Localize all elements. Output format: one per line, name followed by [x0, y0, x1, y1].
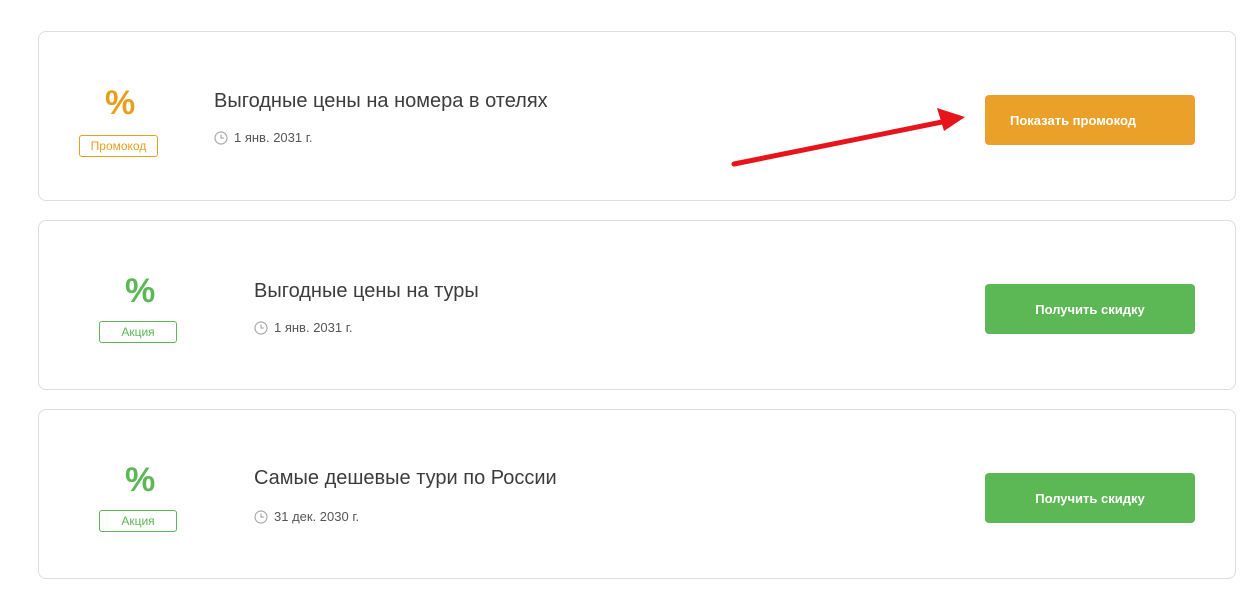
show-promo-code-label: Показать промокод	[1010, 112, 1136, 128]
percent-icon: %	[125, 461, 156, 499]
offers-page: % Промокод Выгодные цены на номера в оте…	[0, 0, 1244, 590]
sale-badge: Акция	[99, 321, 177, 343]
clock-icon	[214, 130, 228, 145]
offer-date: 31 дек. 2030 г.	[254, 509, 359, 524]
show-promo-code-button[interactable]: Показать промокод	[985, 95, 1195, 145]
get-discount-button[interactable]: Получить скидку	[985, 284, 1195, 334]
offer-title[interactable]: Выгодные цены на номера в отелях	[214, 90, 548, 113]
offer-card-russia: % Акция Самые дешевые тури по России 31 …	[38, 409, 1236, 579]
percent-icon: %	[105, 84, 136, 122]
offer-card-tours: % Акция Выгодные цены на туры 1 янв. 203…	[38, 220, 1236, 390]
offer-date-text: 1 янв. 2031 г.	[234, 130, 313, 145]
get-discount-button[interactable]: Получить скидку	[985, 473, 1195, 523]
percent-icon: %	[125, 272, 156, 310]
clock-icon	[254, 320, 268, 335]
offer-date-text: 1 янв. 2031 г.	[274, 320, 353, 335]
get-discount-label: Получить скидку	[1035, 490, 1145, 506]
offer-date-text: 31 дек. 2030 г.	[274, 509, 360, 524]
clock-icon	[254, 509, 268, 524]
offer-date: 1 янв. 2031 г.	[214, 130, 313, 145]
get-discount-label: Получить скидку	[1035, 301, 1145, 317]
offer-title[interactable]: Самые дешевые тури по России	[254, 467, 557, 490]
sale-badge: Акция	[99, 510, 177, 532]
offer-title[interactable]: Выгодные цены на туры	[254, 280, 479, 303]
offer-card-hotels: % Промокод Выгодные цены на номера в оте…	[38, 31, 1236, 201]
red-arrow-icon	[731, 108, 965, 167]
offer-date: 1 янв. 2031 г.	[254, 320, 353, 335]
promo-code-badge: Промокод	[79, 135, 158, 157]
